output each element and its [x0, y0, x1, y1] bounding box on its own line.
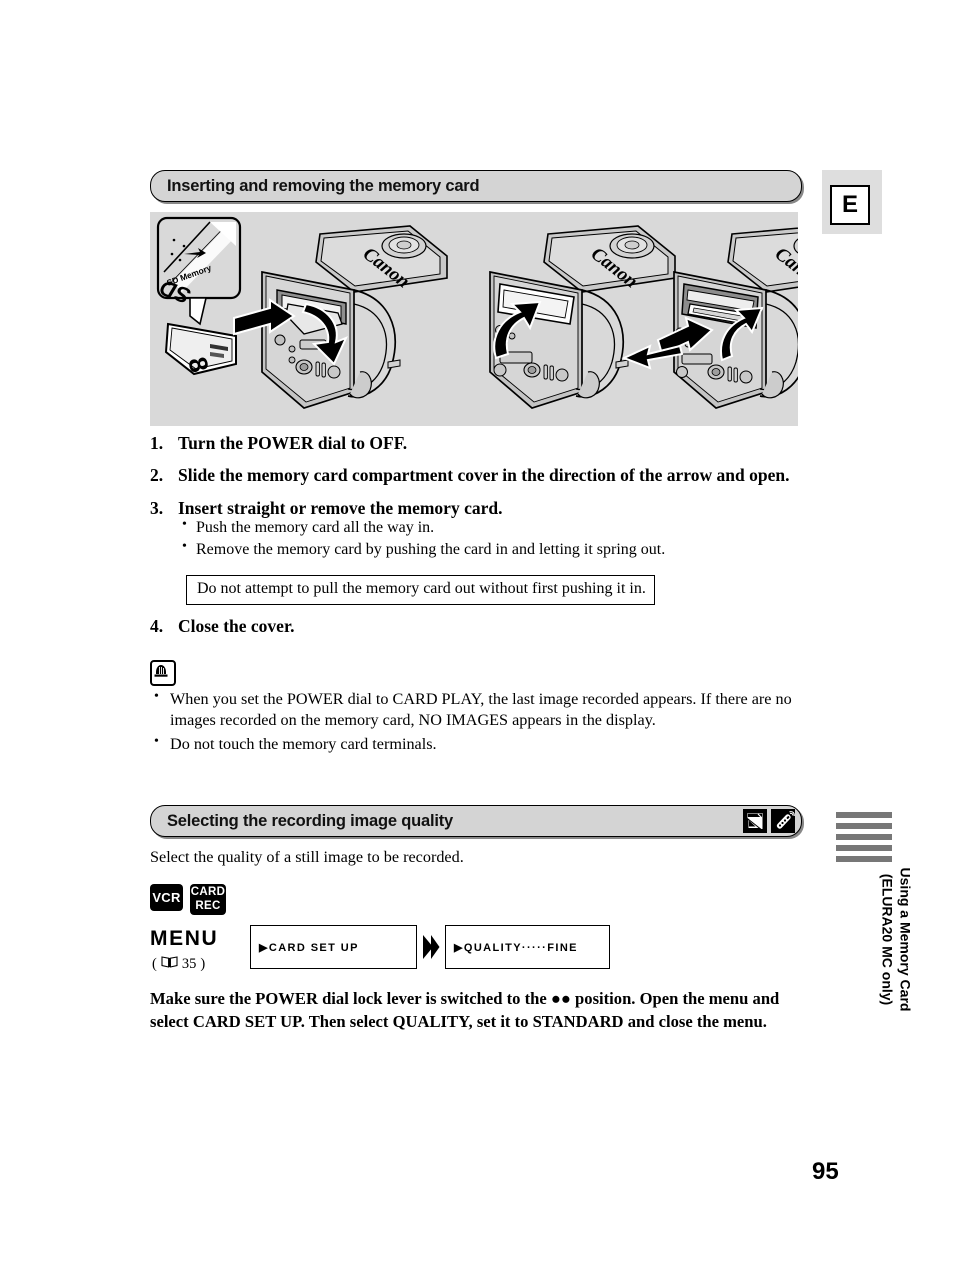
chapter-tab-line2: (ELURA20 MC only): [880, 873, 896, 1006]
section2-lead-text: Select the quality of a still image to b…: [150, 848, 464, 866]
step-2-text: Slide the memory card compartment cover …: [178, 465, 790, 486]
note-1: When you set the POWER dial to CARD PLAY…: [150, 688, 810, 732]
card-rec-badge: CARD REC: [190, 884, 226, 915]
step-4: 4. Close the cover.: [150, 615, 810, 637]
card-rec-badge-line1: CARD: [190, 885, 226, 898]
closing-instruction: Make sure the POWER dial lock lever is s…: [150, 988, 822, 1033]
step-3-bullet-2: Remove the memory card by pushing the ca…: [178, 538, 810, 560]
step-4-text: Close the cover.: [178, 615, 295, 636]
mode-badges: VCR CARD REC: [150, 884, 226, 915]
menu-flow-row: MENU ( 35 ) ▶CARD SET UP ▶QUALITY·····FI…: [150, 925, 810, 977]
chapter-tab-text: Using a Memory Card (ELURA20 MC only): [879, 820, 914, 1060]
section2-title: Selecting the recording image quality: [167, 811, 453, 830]
step-1-number: 1.: [150, 433, 164, 453]
notes-bell-icon: [150, 660, 176, 686]
step-2-number: 2.: [150, 465, 164, 486]
ref-page-number: 35: [181, 955, 197, 972]
section-header-inserting-removing: Inserting and removing the memory card: [150, 170, 802, 202]
camcorder-illustration: Canon 8 SD Memory SD Canon Canon: [150, 212, 798, 426]
lcd-card-set-up: ▶CARD SET UP: [250, 925, 417, 969]
instruction-steps: 1. Turn the POWER dial to OFF. 2. Slide …: [150, 432, 810, 647]
closing-before: Make sure the POWER dial lock lever is s…: [150, 989, 551, 1008]
vcr-badge-label: VCR: [152, 890, 181, 905]
book-icon: [161, 955, 178, 973]
ref-close-paren: ): [200, 955, 206, 972]
section2-header-icons: [743, 809, 795, 833]
chapter-tab-line1: Using a Memory Card: [897, 867, 914, 1012]
double-chevron-right-icon: [422, 934, 440, 965]
note-2: Do not touch the memory card terminals.: [150, 733, 810, 755]
notes-block: When you set the POWER dial to CARD PLAY…: [150, 660, 810, 757]
card-rec-badge-line2: REC: [195, 899, 221, 912]
lcd-quality-fine-text: ▶QUALITY·····FINE: [454, 941, 578, 954]
memory-card-illustration-panel: Canon 8 SD Memory SD Canon Canon: [150, 212, 798, 426]
step-3: 3. Insert straight or remove the memory …: [150, 497, 810, 519]
step-1-text: Turn the POWER dial to OFF.: [178, 433, 408, 453]
step-3-text: Insert straight or remove the memory car…: [178, 497, 503, 518]
page-number: 95: [812, 1158, 839, 1185]
ref-open-paren: (: [152, 955, 157, 972]
step-2: 2. Slide the memory card compartment cov…: [150, 464, 810, 486]
section-header-image-quality: Selecting the recording image quality: [150, 805, 802, 837]
notes-list: When you set the POWER dial to CARD PLAY…: [150, 688, 810, 755]
card-photo-icon: [743, 809, 767, 833]
chapter-tab-bar: [836, 812, 892, 818]
step-3-bullet-1: Push the memory card all the way in.: [178, 516, 810, 538]
power-dial-lock-symbol: ●●: [550, 989, 571, 1008]
menu-page-reference: ( 35 ): [152, 955, 205, 973]
vcr-badge: VCR: [150, 884, 183, 911]
step-3-bullet-list: Push the memory card all the way in. Rem…: [178, 516, 810, 561]
section-title: Inserting and removing the memory card: [167, 176, 480, 195]
step-3-number: 3.: [150, 497, 164, 518]
lcd-card-set-up-text: ▶CARD SET UP: [259, 941, 359, 954]
warning-box: Do not attempt to pull the memory card o…: [186, 574, 655, 605]
step-1: 1. Turn the POWER dial to OFF.: [150, 432, 810, 454]
step-4-number: 4.: [150, 615, 164, 636]
language-badge-e: E: [830, 185, 870, 225]
menu-label: MENU: [150, 927, 219, 950]
wireless-remote-icon: [771, 809, 795, 833]
lcd-quality-fine: ▶QUALITY·····FINE: [445, 925, 610, 969]
